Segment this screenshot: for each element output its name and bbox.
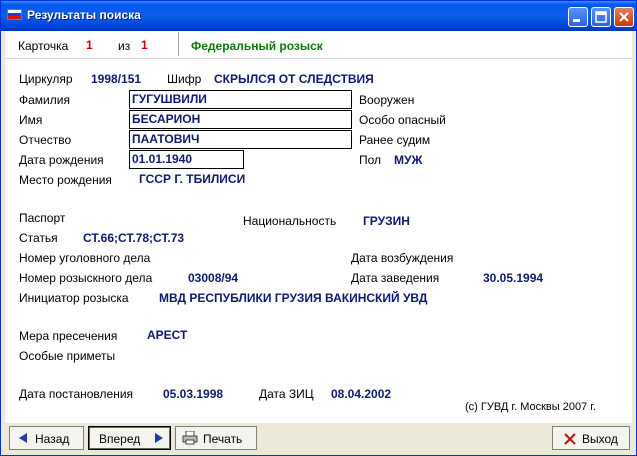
print-button[interactable]: Печать	[175, 426, 257, 450]
patronymic-field[interactable]: ПААТОВИЧ	[129, 130, 352, 149]
forward-button[interactable]: Вперед	[88, 426, 171, 450]
title-bar[interactable]: Результаты поиска	[1, 1, 636, 31]
card-label: Карточка	[18, 39, 69, 53]
search-case-label: Номер розыскного дела	[19, 271, 153, 285]
back-button[interactable]: Назад	[9, 426, 84, 450]
surname-label: Фамилия	[19, 93, 70, 107]
surname-field[interactable]: ГУГУШВИЛИ	[129, 90, 352, 109]
birth-place-label: Место рождения	[19, 173, 112, 187]
birth-date-field[interactable]: 01.01.1940	[129, 150, 244, 169]
name-field[interactable]: БЕСАРИОН	[129, 110, 352, 129]
nationality-value: ГРУЗИН	[363, 214, 410, 228]
forward-label: Вперед	[99, 432, 141, 446]
cipher-value: СКРЫЛСЯ ОТ СЛЕДСТВИЯ	[214, 72, 374, 86]
russian-flag-icon	[7, 9, 22, 20]
zic-date-value: 08.04.2002	[331, 387, 392, 401]
opening-date-label: Дата заведения	[351, 271, 440, 285]
arrow-right-icon	[155, 433, 163, 443]
resolution-date-value: 05.03.1998	[163, 387, 224, 401]
search-type: Федеральный розыск	[191, 39, 323, 53]
name-label: Имя	[19, 113, 43, 127]
article-value: СТ.66;СТ.78;СТ.73	[83, 231, 185, 245]
sex-label: Пол	[359, 153, 382, 167]
card-number: 1	[86, 38, 93, 52]
exit-label: Выход	[582, 432, 618, 446]
nationality-label: Национальность	[243, 214, 337, 228]
close-x-icon	[564, 433, 576, 445]
arrow-left-icon	[19, 433, 27, 443]
header-separator	[178, 32, 179, 56]
minimize-icon	[573, 19, 580, 22]
back-label: Назад	[35, 432, 70, 446]
dangerous-label: Особо опасный	[359, 113, 446, 127]
header-divider	[5, 58, 632, 59]
circular-value: 1998/151	[91, 72, 142, 86]
search-case-value: 03008/94	[188, 271, 239, 285]
record-panel: Карточка 1 из 1 Федеральный розыск Цирку…	[5, 31, 632, 423]
printer-icon	[182, 431, 198, 445]
exit-button[interactable]: Выход	[552, 426, 630, 450]
passport-label: Паспорт	[19, 211, 66, 225]
window-title: Результаты поиска	[27, 8, 141, 22]
features-label: Особые приметы	[19, 349, 116, 363]
copyright: (с) ГУВД г. Москвы 2007 г.	[465, 401, 596, 413]
armed-label: Вооружен	[359, 93, 415, 107]
search-results-window: Результаты поиска Карточка 1 из 1 Федера…	[0, 0, 637, 456]
initiation-date-label: Дата возбуждения	[351, 251, 454, 265]
initiator-label: Инициатор розыска	[19, 291, 129, 305]
minimize-button[interactable]	[568, 7, 588, 27]
birth-date-label: Дата рождения	[19, 153, 104, 167]
convicted-label: Ранее судим	[359, 133, 431, 147]
button-bar: Назад Вперед Печать Выход	[5, 423, 632, 453]
initiator-value: МВД РЕСПУБЛИКИ ГРУЗИЯ ВАКИНСКИЙ УВД	[159, 291, 428, 305]
zic-date-label: Дата ЗИЦ	[259, 387, 314, 401]
resolution-date-label: Дата постановления	[19, 387, 134, 401]
circular-label: Циркуляр	[19, 72, 73, 86]
cipher-label: Шифр	[167, 72, 202, 86]
maximize-button[interactable]	[591, 7, 611, 27]
total-cards: 1	[141, 38, 148, 52]
close-button[interactable]	[614, 7, 634, 27]
close-icon	[619, 12, 629, 22]
measure-value: АРЕСТ	[147, 328, 188, 342]
measure-label: Мера пресечения	[19, 329, 118, 343]
article-label: Статья	[19, 231, 58, 245]
print-label: Печать	[203, 432, 243, 446]
patronymic-label: Отчество	[19, 133, 72, 147]
sex-value: МУЖ	[394, 153, 423, 167]
criminal-case-label: Номер уголовного дела	[19, 251, 151, 265]
birth-place-value: ГССР Г. ТБИЛИСИ	[139, 172, 246, 186]
of-label: из	[118, 39, 131, 53]
opening-date-value: 30.05.1994	[483, 271, 544, 285]
maximize-icon	[595, 11, 607, 23]
